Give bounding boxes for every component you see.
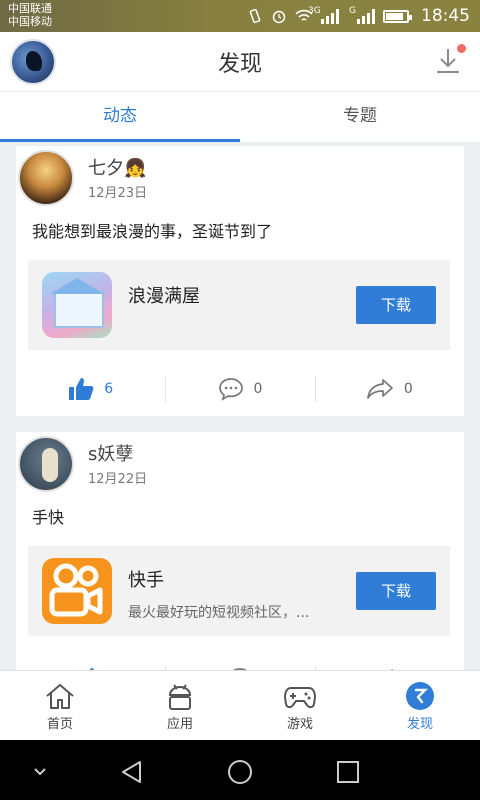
hide-nav-icon[interactable] — [26, 758, 54, 786]
post-text: 手快 — [32, 508, 65, 527]
like-button[interactable] — [16, 654, 165, 670]
app-icon-house — [42, 272, 112, 338]
post-user-name[interactable]: 七夕👧 — [88, 154, 146, 180]
notification-badge — [457, 44, 466, 53]
download-button[interactable]: 下载 — [356, 572, 436, 610]
app-icon-kuaishou — [42, 558, 112, 624]
android-icon — [168, 684, 192, 710]
app-card[interactable]: 浪漫满屋 下载 — [28, 260, 450, 350]
thumbs-up-icon — [69, 378, 94, 400]
post-actions — [16, 654, 464, 670]
discover-icon — [406, 682, 434, 710]
network-type-1: 3G — [308, 6, 321, 16]
comment-count: 0 — [253, 381, 263, 397]
post-date: 12月22日 — [88, 472, 148, 487]
post-text: 我能想到最浪漫的事，圣诞节到了 — [32, 222, 273, 241]
carrier-1: 中国联通 — [8, 2, 52, 15]
home-circle-icon[interactable] — [226, 758, 254, 786]
page-title: 发现 — [217, 52, 262, 77]
nav-discover[interactable]: 发现 — [360, 671, 480, 740]
carrier-info: 中国联通 中国移动 — [8, 2, 52, 28]
network-type-2: G — [349, 6, 356, 16]
app-name: 浪漫满屋 — [128, 286, 200, 307]
status-icons: 3G G 18:45 — [247, 0, 470, 32]
app-description: 最火最好玩的短视频社区，... — [128, 605, 310, 621]
signal-icon-2: G — [349, 6, 375, 24]
post-date: 12月23日 — [88, 186, 148, 201]
clock: 18:45 — [421, 6, 470, 26]
vibrate-icon — [249, 8, 261, 24]
nav-discover-label: 发现 — [406, 717, 433, 732]
tab-bar: 动态 专题 — [0, 92, 480, 142]
post-user-avatar[interactable] — [18, 150, 74, 206]
system-nav-bar — [0, 740, 480, 800]
share-icon — [367, 379, 393, 399]
status-bar: 中国联通 中国移动 3G G 18:45 — [0, 0, 480, 32]
post-card: 七夕👧 12月23日 我能想到最浪漫的事，圣诞节到了 浪漫满屋 下载 6 0 0 — [16, 146, 464, 416]
share-button[interactable]: 0 — [314, 364, 464, 414]
like-button[interactable]: 6 — [16, 364, 165, 414]
nav-apps[interactable]: 应用 — [120, 671, 240, 740]
post-user-name[interactable]: s妖孽 — [88, 440, 133, 466]
nav-home-label: 首页 — [46, 717, 73, 732]
nav-games[interactable]: 游戏 — [240, 671, 360, 740]
nav-apps-label: 应用 — [166, 717, 193, 732]
download-button[interactable]: 下载 — [356, 286, 436, 324]
post-user-avatar[interactable] — [18, 436, 74, 492]
share-button[interactable] — [314, 654, 464, 670]
back-icon[interactable] — [118, 758, 146, 786]
nav-games-label: 游戏 — [286, 717, 313, 732]
feed[interactable]: 七夕👧 12月23日 我能想到最浪漫的事，圣诞节到了 浪漫满屋 下载 6 0 0… — [0, 142, 480, 670]
app-header: 发现 — [0, 32, 480, 92]
like-count: 6 — [104, 381, 114, 397]
post-actions: 6 0 0 — [16, 364, 464, 414]
tab-topics[interactable]: 专题 — [240, 92, 480, 142]
bottom-nav: 首页 应用 游戏 发现 — [0, 670, 480, 740]
battery-icon — [383, 9, 412, 23]
comment-button[interactable] — [165, 654, 314, 670]
nav-home[interactable]: 首页 — [0, 671, 120, 740]
carrier-2: 中国移动 — [8, 15, 52, 28]
gamepad-icon — [283, 687, 317, 709]
comment-button[interactable]: 0 — [165, 364, 314, 414]
signal-icon-1: 3G — [308, 6, 339, 24]
app-name: 快手 — [128, 570, 164, 591]
home-icon — [46, 684, 74, 709]
post-card: s妖孽 12月22日 手快 快手 最火最好玩的短视频社区，... 下载 — [16, 432, 464, 670]
recents-icon[interactable] — [334, 758, 362, 786]
alarm-icon — [272, 10, 286, 24]
tab-dynamic[interactable]: 动态 — [0, 92, 240, 142]
comment-icon — [218, 378, 243, 401]
share-count: 0 — [403, 381, 413, 397]
app-card[interactable]: 快手 最火最好玩的短视频社区，... 下载 — [28, 546, 450, 636]
